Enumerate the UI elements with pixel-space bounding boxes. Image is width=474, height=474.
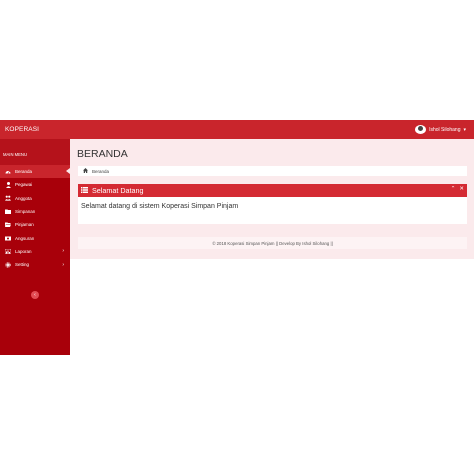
sidebar-item-label: Pegawai bbox=[15, 182, 33, 188]
sidebar-item-label: Pinjaman bbox=[15, 222, 34, 228]
users-icon bbox=[5, 195, 11, 201]
sidebar-item-anggota[interactable]: Anggota bbox=[0, 192, 70, 205]
money-icon bbox=[5, 235, 11, 241]
sidebar-item-label: Beranda bbox=[15, 169, 33, 175]
sidebar-item-label: Anggota bbox=[15, 195, 32, 201]
app-window: KOPERASI Ishol Silohang ▾ MAIN MENU Bera… bbox=[0, 120, 474, 355]
sidebar-item-laporan[interactable]: Laporan › bbox=[0, 245, 70, 258]
brand-logo[interactable]: KOPERASI bbox=[0, 126, 39, 133]
caret-down-icon: ▾ bbox=[463, 126, 466, 133]
collapse-box-icon[interactable]: ⌃ bbox=[451, 186, 456, 192]
sidebar-item-label: Simpanan bbox=[15, 209, 36, 215]
sidebar-item-label: Angsuran bbox=[15, 235, 35, 241]
chevron-right-icon: › bbox=[62, 248, 64, 255]
gear-icon bbox=[5, 262, 11, 268]
box-header: Selamat Datang ⌃ ✕ bbox=[78, 184, 467, 197]
folder-icon bbox=[5, 209, 11, 215]
avatar bbox=[415, 125, 427, 134]
main-content: BERANDA Beranda Selamat Datang ⌃ ✕ Selam… bbox=[70, 139, 474, 259]
sidebar-collapse-button[interactable]: ‹ bbox=[31, 291, 39, 299]
sidebar-item-label: Setting bbox=[15, 262, 30, 268]
breadcrumb-item[interactable]: Beranda bbox=[92, 169, 109, 174]
sidebar-item-angsuran[interactable]: Angsuran bbox=[0, 231, 70, 244]
sidebar: MAIN MENU Beranda Pegawai Anggota Simpan… bbox=[0, 139, 70, 355]
footer: © 2018 Koperasi Simpan Pinjam || Develop… bbox=[78, 237, 467, 249]
sidebar-item-pinjaman[interactable]: Pinjaman bbox=[0, 218, 70, 231]
sidebar-item-label: Laporan bbox=[15, 248, 32, 254]
chevron-right-icon: › bbox=[62, 261, 64, 268]
bar-chart-icon bbox=[5, 248, 11, 254]
sidebar-item-simpanan[interactable]: Simpanan bbox=[0, 205, 70, 218]
folder-open-icon bbox=[5, 222, 11, 228]
box-body: Selamat datang di sistem Koperasi Simpan… bbox=[81, 203, 239, 210]
box-tools: ⌃ ✕ bbox=[451, 186, 464, 192]
sidebar-item-beranda[interactable]: Beranda bbox=[0, 165, 70, 179]
home-icon[interactable] bbox=[83, 167, 88, 175]
page-title: BERANDA bbox=[77, 148, 128, 160]
box-title: Selamat Datang bbox=[92, 186, 144, 195]
dashboard-icon bbox=[5, 169, 11, 175]
breadcrumb: Beranda bbox=[78, 166, 467, 176]
top-navbar: KOPERASI Ishol Silohang ▾ bbox=[0, 120, 474, 139]
sidebar-item-setting[interactable]: Setting › bbox=[0, 258, 70, 271]
user-name: Ishol Silohang bbox=[429, 126, 461, 133]
close-icon[interactable]: ✕ bbox=[459, 186, 464, 192]
sidebar-item-pegawai[interactable]: Pegawai bbox=[0, 178, 70, 191]
welcome-box: Selamat Datang ⌃ ✕ Selamat datang di sis… bbox=[78, 184, 467, 224]
list-icon bbox=[81, 186, 88, 195]
user-menu[interactable]: Ishol Silohang ▾ bbox=[415, 125, 474, 134]
user-icon bbox=[5, 181, 11, 188]
sidebar-header: MAIN MENU bbox=[0, 139, 70, 165]
